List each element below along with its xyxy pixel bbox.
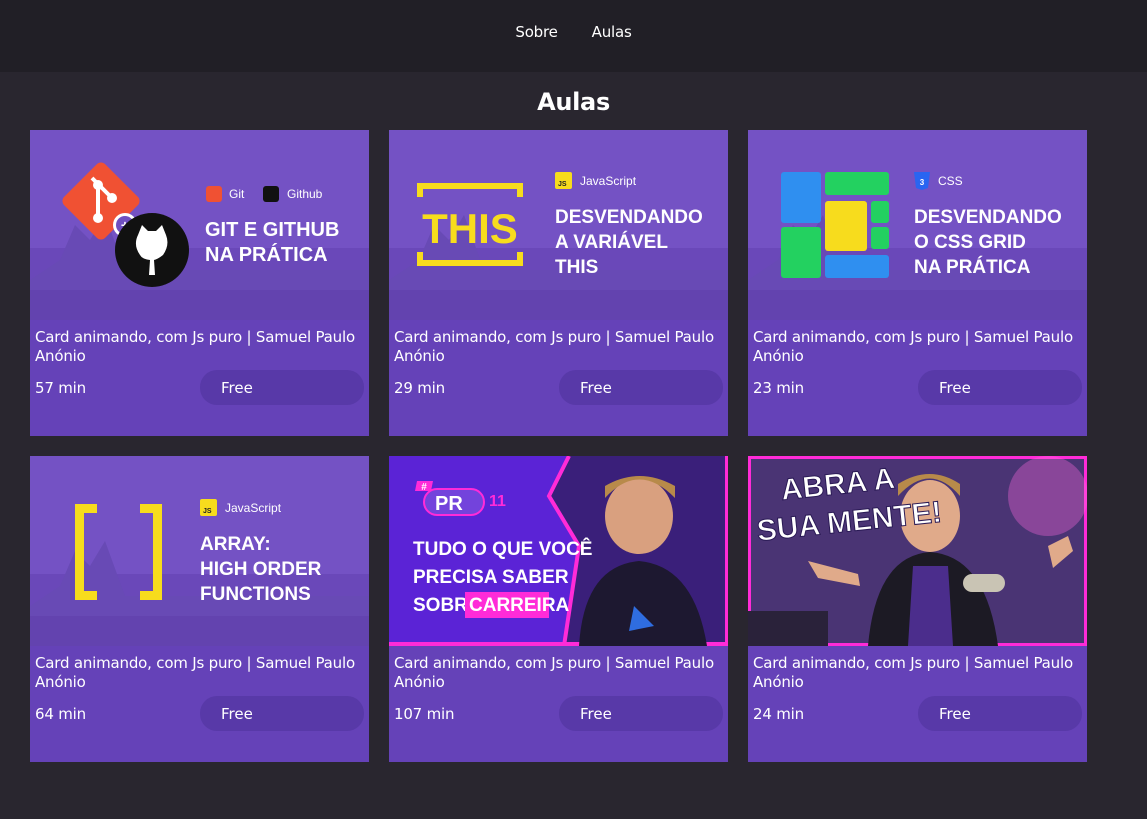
- thumbnail-art: + Git Github GIT E GITHUB NA PRÁTICA: [30, 130, 369, 320]
- section-title: Aulas: [537, 88, 610, 116]
- github-icon: [263, 186, 279, 202]
- svg-text:Git: Git: [229, 187, 245, 201]
- course-card[interactable]: ABRA A SUA MENTE! Card animando, com Js …: [748, 456, 1087, 762]
- svg-text:Github: Github: [287, 187, 323, 201]
- course-thumbnail[interactable]: THIS JS JavaScript DESVENDANDO A VARIÁVE…: [389, 130, 728, 320]
- course-grid: + Git Github GIT E GITHUB NA PRÁTICA Car…: [30, 130, 1087, 762]
- card-title: Card animando, com Js puro | Samuel Paul…: [753, 654, 1073, 691]
- top-navigation: Sobre Aulas: [0, 0, 1147, 72]
- course-thumbnail[interactable]: 3 CSS DESVENDANDO O CSS GRID NA PRÁTICA: [748, 130, 1087, 320]
- free-button[interactable]: Free: [200, 696, 364, 731]
- card-duration: 64 min: [35, 704, 86, 723]
- svg-text:THIS: THIS: [555, 257, 598, 278]
- course-card[interactable]: # PR 11 TUDO O QUE VOCÊ PRECISA SABER SO…: [389, 456, 728, 762]
- svg-text:11: 11: [489, 493, 506, 510]
- svg-text:JavaScript: JavaScript: [580, 174, 637, 188]
- svg-text:FUNCTIONS: FUNCTIONS: [200, 584, 311, 605]
- svg-text:NA PRÁTICA: NA PRÁTICA: [205, 243, 328, 266]
- card-footer: 64 min Free: [30, 696, 369, 731]
- card-duration: 23 min: [753, 378, 804, 397]
- svg-text:DESVENDANDO: DESVENDANDO: [914, 207, 1062, 228]
- microphone: [963, 574, 1005, 592]
- git-icon: [206, 186, 222, 202]
- course-thumbnail[interactable]: + Git Github GIT E GITHUB NA PRÁTICA: [30, 130, 369, 320]
- svg-text:THIS: THIS: [422, 205, 518, 252]
- card-footer: 29 min Free: [389, 370, 728, 405]
- svg-text:ARRAY:: ARRAY:: [200, 534, 271, 555]
- free-button[interactable]: Free: [200, 370, 364, 405]
- presenter-face: [605, 478, 673, 554]
- thumbnail-art: ABRA A SUA MENTE!: [748, 456, 1087, 646]
- nav-link-aulas[interactable]: Aulas: [592, 23, 632, 41]
- svg-text:3: 3: [920, 178, 925, 187]
- course-card[interactable]: JS JavaScript ARRAY: HIGH ORDER FUNCTION…: [30, 456, 369, 762]
- svg-text:TUDO O QUE VOCÊ: TUDO O QUE VOCÊ: [413, 538, 592, 560]
- github-logo-icon: [115, 213, 189, 287]
- card-footer: 57 min Free: [30, 370, 369, 405]
- svg-text:O CSS GRID: O CSS GRID: [914, 232, 1026, 253]
- svg-text:JS: JS: [203, 508, 212, 515]
- card-duration: 107 min: [394, 704, 455, 723]
- card-duration: 29 min: [394, 378, 445, 397]
- svg-text:JS: JS: [558, 181, 567, 188]
- course-thumbnail[interactable]: ABRA A SUA MENTE!: [748, 456, 1087, 646]
- svg-text:A VARIÁVEL: A VARIÁVEL: [555, 231, 668, 253]
- svg-text:PR: PR: [435, 493, 463, 515]
- course-card[interactable]: + Git Github GIT E GITHUB NA PRÁTICA Car…: [30, 130, 369, 436]
- svg-text:HIGH ORDER: HIGH ORDER: [200, 559, 322, 580]
- thumbnail-art: 3 CSS DESVENDANDO O CSS GRID NA PRÁTICA: [748, 130, 1087, 320]
- svg-text:JavaScript: JavaScript: [225, 501, 282, 515]
- card-title: Card animando, com Js puro | Samuel Paul…: [35, 328, 355, 365]
- free-button[interactable]: Free: [918, 370, 1082, 405]
- card-footer: 107 min Free: [389, 696, 728, 731]
- thumbnail-art: JS JavaScript ARRAY: HIGH ORDER FUNCTION…: [30, 456, 369, 646]
- free-button[interactable]: Free: [559, 370, 723, 405]
- free-button[interactable]: Free: [559, 696, 723, 731]
- thumbnail-art: # PR 11 TUDO O QUE VOCÊ PRECISA SABER SO…: [389, 456, 728, 646]
- nav-link-sobre[interactable]: Sobre: [515, 23, 557, 41]
- svg-text:CSS: CSS: [938, 174, 963, 188]
- svg-text:PRECISA SABER: PRECISA SABER: [413, 567, 569, 588]
- card-duration: 57 min: [35, 378, 86, 397]
- card-footer: 24 min Free: [748, 696, 1087, 731]
- card-title: Card animando, com Js puro | Samuel Paul…: [35, 654, 355, 691]
- course-card[interactable]: 3 CSS DESVENDANDO O CSS GRID NA PRÁTICA …: [748, 130, 1087, 436]
- course-thumbnail[interactable]: JS JavaScript ARRAY: HIGH ORDER FUNCTION…: [30, 456, 369, 646]
- card-title: Card animando, com Js puro | Samuel Paul…: [394, 654, 714, 691]
- card-footer: 23 min Free: [748, 370, 1087, 405]
- svg-text:NA PRÁTICA: NA PRÁTICA: [914, 256, 1031, 278]
- free-button[interactable]: Free: [918, 696, 1082, 731]
- course-card[interactable]: THIS JS JavaScript DESVENDANDO A VARIÁVE…: [389, 130, 728, 436]
- svg-text:CARREIRA: CARREIRA: [469, 595, 570, 616]
- course-thumbnail[interactable]: # PR 11 TUDO O QUE VOCÊ PRECISA SABER SO…: [389, 456, 728, 646]
- card-title: Card animando, com Js puro | Samuel Paul…: [394, 328, 714, 365]
- svg-text:#: #: [421, 482, 427, 493]
- card-duration: 24 min: [753, 704, 804, 723]
- card-title: Card animando, com Js puro | Samuel Paul…: [753, 328, 1073, 365]
- thumbnail-art: THIS JS JavaScript DESVENDANDO A VARIÁVE…: [389, 130, 728, 320]
- svg-text:GIT E GITHUB: GIT E GITHUB: [205, 219, 339, 241]
- svg-text:DESVENDANDO: DESVENDANDO: [555, 207, 703, 228]
